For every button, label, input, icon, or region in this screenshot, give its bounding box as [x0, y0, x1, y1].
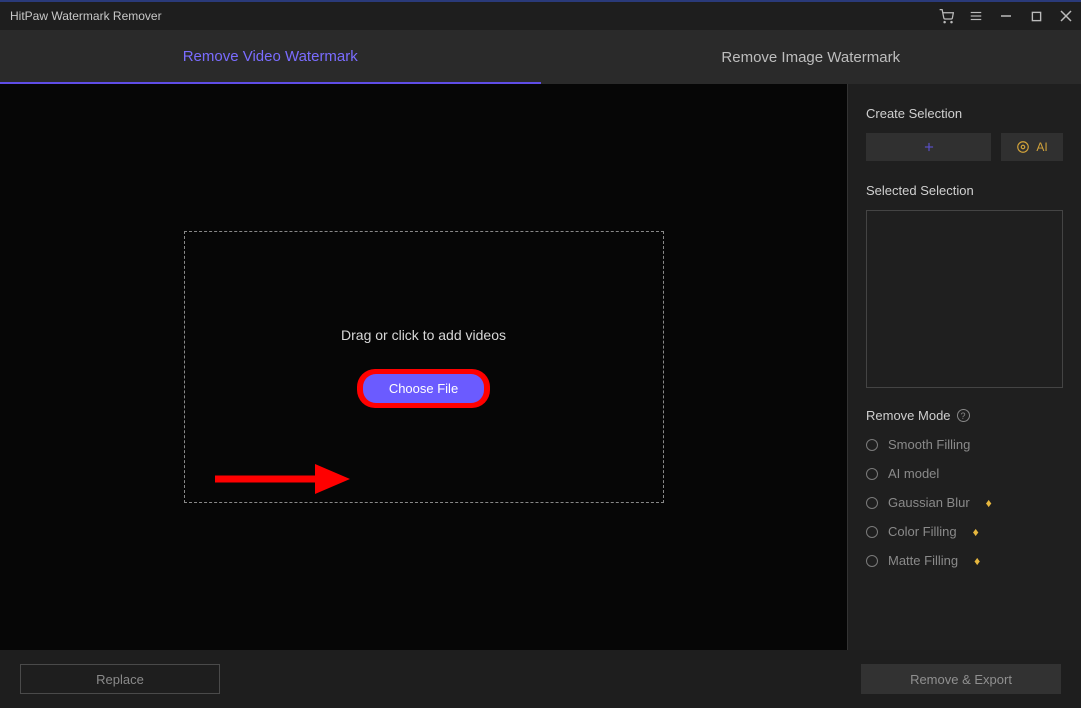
mode-label: Gaussian Blur	[888, 495, 970, 510]
main-area: Drag or click to add videos Choose File	[0, 84, 847, 650]
app-title: HitPaw Watermark Remover	[10, 9, 162, 23]
tab-image[interactable]: Remove Image Watermark	[541, 30, 1081, 84]
radio-icon	[866, 526, 878, 538]
ai-selection-button[interactable]: AI	[1001, 133, 1063, 161]
tab-video-label: Remove Video Watermark	[183, 48, 358, 65]
mode-label: Smooth Filling	[888, 437, 970, 452]
titlebar: HitPaw Watermark Remover	[0, 2, 1081, 30]
create-selection-title: Create Selection	[866, 106, 1063, 121]
mode-label: AI model	[888, 466, 939, 481]
replace-button[interactable]: Replace	[20, 664, 220, 694]
selected-selection-title: Selected Selection	[866, 183, 1063, 198]
radio-icon	[866, 439, 878, 451]
remove-mode-title: Remove Mode ?	[866, 408, 1063, 423]
mode-gaussian-blur[interactable]: Gaussian Blur ♦	[866, 495, 1063, 510]
footer: Replace Remove & Export	[0, 650, 1081, 708]
premium-icon: ♦	[986, 496, 992, 510]
mode-ai-model[interactable]: AI model	[866, 466, 1063, 481]
tab-video[interactable]: Remove Video Watermark	[0, 30, 541, 84]
minimize-icon[interactable]	[991, 2, 1021, 30]
help-icon[interactable]: ?	[957, 409, 970, 422]
tab-image-label: Remove Image Watermark	[721, 49, 900, 66]
maximize-icon[interactable]	[1021, 2, 1051, 30]
close-icon[interactable]	[1051, 2, 1081, 30]
sidebar: Create Selection AI Selected Selection R…	[847, 84, 1081, 650]
mode-smooth-filling[interactable]: Smooth Filling	[866, 437, 1063, 452]
ai-label: AI	[1036, 140, 1047, 154]
mode-label: Matte Filling	[888, 553, 958, 568]
mode-color-filling[interactable]: Color Filling ♦	[866, 524, 1063, 539]
radio-icon	[866, 497, 878, 509]
body: Drag or click to add videos Choose File …	[0, 84, 1081, 650]
premium-icon: ♦	[974, 554, 980, 568]
remove-export-button[interactable]: Remove & Export	[861, 664, 1061, 694]
selection-toolbar: AI	[866, 133, 1063, 161]
radio-icon	[866, 468, 878, 480]
add-selection-button[interactable]	[866, 133, 991, 161]
choose-file-button[interactable]: Choose File	[363, 374, 484, 403]
ai-icon	[1016, 140, 1030, 154]
radio-icon	[866, 555, 878, 567]
choose-file-highlight: Choose File	[357, 369, 490, 408]
selection-preview-box	[866, 210, 1063, 388]
tab-bar: Remove Video Watermark Remove Image Wate…	[0, 30, 1081, 84]
drop-hint: Drag or click to add videos	[341, 327, 506, 343]
menu-icon[interactable]	[961, 2, 991, 30]
mode-matte-filling[interactable]: Matte Filling ♦	[866, 553, 1063, 568]
mode-label: Color Filling	[888, 524, 957, 539]
plus-icon	[922, 140, 936, 154]
remove-mode-label: Remove Mode	[866, 408, 951, 423]
premium-icon: ♦	[973, 525, 979, 539]
app-window: HitPaw Watermark Remover Remove Video Wa…	[0, 0, 1081, 708]
dropzone[interactable]: Drag or click to add videos Choose File	[184, 231, 664, 503]
cart-icon[interactable]	[931, 2, 961, 30]
